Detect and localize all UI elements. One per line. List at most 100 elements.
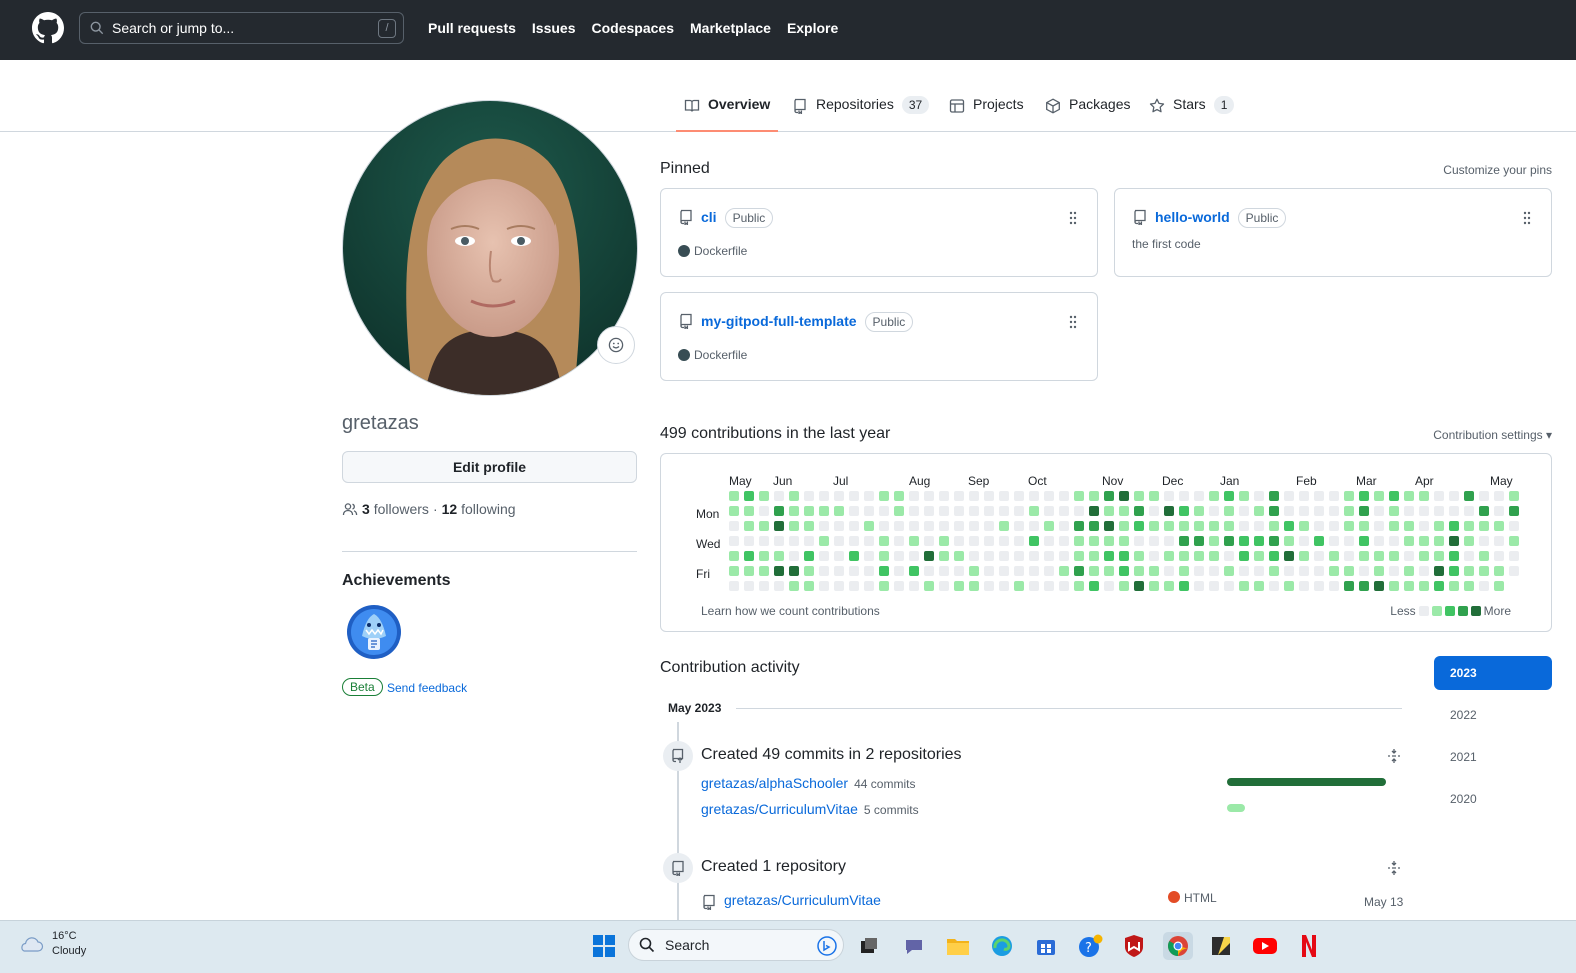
nav-explore[interactable]: Explore xyxy=(787,20,838,36)
contribution-day-cell[interactable] xyxy=(1404,491,1414,501)
contribution-day-cell[interactable] xyxy=(1074,491,1084,501)
contribution-day-cell[interactable] xyxy=(1359,521,1369,531)
contribution-day-cell[interactable] xyxy=(1359,551,1369,561)
drag-handle-icon[interactable] xyxy=(1069,211,1077,225)
contribution-day-cell[interactable] xyxy=(1074,566,1084,576)
contribution-day-cell[interactable] xyxy=(1284,551,1294,561)
contribution-day-cell[interactable] xyxy=(1089,536,1099,546)
contribution-day-cell[interactable] xyxy=(1509,521,1519,531)
pinned-repo-name[interactable]: my-gitpod-full-template xyxy=(701,313,857,329)
contribution-day-cell[interactable] xyxy=(1059,536,1069,546)
contribution-day-cell[interactable] xyxy=(1464,491,1474,501)
following-link[interactable]: 12 following xyxy=(442,501,516,517)
task-view-icon[interactable] xyxy=(855,932,883,960)
contribution-day-cell[interactable] xyxy=(879,551,889,561)
contribution-day-cell[interactable] xyxy=(774,521,784,531)
contribution-day-cell[interactable] xyxy=(1164,551,1174,561)
mcafee-icon[interactable] xyxy=(1120,932,1148,960)
contribution-day-cell[interactable] xyxy=(999,566,1009,576)
contribution-day-cell[interactable] xyxy=(894,581,904,591)
contribution-day-cell[interactable] xyxy=(894,491,904,501)
contribution-day-cell[interactable] xyxy=(879,521,889,531)
contribution-day-cell[interactable] xyxy=(849,536,859,546)
contribution-day-cell[interactable] xyxy=(1299,566,1309,576)
contribution-day-cell[interactable] xyxy=(1119,536,1129,546)
contribution-day-cell[interactable] xyxy=(1314,506,1324,516)
commit-repo-link[interactable]: gretazas/CurriculumVitae xyxy=(701,801,858,817)
contribution-day-cell[interactable] xyxy=(984,551,994,561)
contribution-day-cell[interactable] xyxy=(1494,506,1504,516)
chrome-browser-icon[interactable] xyxy=(1163,932,1193,960)
year-2023[interactable]: 2023 xyxy=(1434,656,1552,690)
contribution-day-cell[interactable] xyxy=(804,581,814,591)
contribution-day-cell[interactable] xyxy=(1194,506,1204,516)
contribution-day-cell[interactable] xyxy=(1164,566,1174,576)
contribution-day-cell[interactable] xyxy=(744,566,754,576)
contribution-day-cell[interactable] xyxy=(849,566,859,576)
contribution-day-cell[interactable] xyxy=(1104,491,1114,501)
contribution-day-cell[interactable] xyxy=(1494,551,1504,561)
contribution-day-cell[interactable] xyxy=(1224,491,1234,501)
contribution-day-cell[interactable] xyxy=(1389,581,1399,591)
contribution-day-cell[interactable] xyxy=(1329,581,1339,591)
contribution-day-cell[interactable] xyxy=(1404,551,1414,561)
contribution-day-cell[interactable] xyxy=(1374,521,1384,531)
contribution-day-cell[interactable] xyxy=(1449,536,1459,546)
contribution-day-cell[interactable] xyxy=(1119,581,1129,591)
contribution-day-cell[interactable] xyxy=(1329,536,1339,546)
contribution-day-cell[interactable] xyxy=(1374,551,1384,561)
contribution-day-cell[interactable] xyxy=(1059,491,1069,501)
avatar[interactable] xyxy=(342,100,638,396)
contribution-day-cell[interactable] xyxy=(1359,581,1369,591)
contribution-day-cell[interactable] xyxy=(939,521,949,531)
contribution-day-cell[interactable] xyxy=(1344,581,1354,591)
contribution-day-cell[interactable] xyxy=(1239,551,1249,561)
contribution-day-cell[interactable] xyxy=(909,581,919,591)
contribution-day-cell[interactable] xyxy=(1194,491,1204,501)
followers-link[interactable]: 3 followers xyxy=(362,501,429,517)
contribution-day-cell[interactable] xyxy=(1194,566,1204,576)
contribution-day-cell[interactable] xyxy=(1269,491,1279,501)
contribution-day-cell[interactable] xyxy=(1464,566,1474,576)
tab-repositories[interactable]: Repositories 37 xyxy=(792,96,930,132)
contribution-day-cell[interactable] xyxy=(1029,551,1039,561)
contribution-day-cell[interactable] xyxy=(969,506,979,516)
drag-handle-icon[interactable] xyxy=(1069,315,1077,329)
contribution-day-cell[interactable] xyxy=(1269,551,1279,561)
contribution-day-cell[interactable] xyxy=(1164,521,1174,531)
contribution-day-cell[interactable] xyxy=(1344,536,1354,546)
contribution-day-cell[interactable] xyxy=(1479,521,1489,531)
contribution-day-cell[interactable] xyxy=(1359,536,1369,546)
contribution-day-cell[interactable] xyxy=(1494,491,1504,501)
contribution-day-cell[interactable] xyxy=(1509,551,1519,561)
contribution-day-cell[interactable] xyxy=(759,551,769,561)
contribution-day-cell[interactable] xyxy=(1419,536,1429,546)
contribution-day-cell[interactable] xyxy=(1149,521,1159,531)
contribution-day-cell[interactable] xyxy=(939,581,949,591)
contribution-day-cell[interactable] xyxy=(849,581,859,591)
contribution-day-cell[interactable] xyxy=(1329,491,1339,501)
contribution-day-cell[interactable] xyxy=(1044,506,1054,516)
contribution-day-cell[interactable] xyxy=(1134,491,1144,501)
nav-codespaces[interactable]: Codespaces xyxy=(592,20,674,36)
contribution-day-cell[interactable] xyxy=(1239,566,1249,576)
contribution-day-cell[interactable] xyxy=(1209,581,1219,591)
get-help-icon[interactable]: ? xyxy=(1076,932,1104,960)
contribution-day-cell[interactable] xyxy=(1104,581,1114,591)
contribution-day-cell[interactable] xyxy=(1179,566,1189,576)
contribution-day-cell[interactable] xyxy=(1374,566,1384,576)
contribution-day-cell[interactable] xyxy=(834,491,844,501)
contribution-day-cell[interactable] xyxy=(969,581,979,591)
contribution-day-cell[interactable] xyxy=(849,551,859,561)
contribution-day-cell[interactable] xyxy=(1224,566,1234,576)
contribution-day-cell[interactable] xyxy=(1419,521,1429,531)
contribution-day-cell[interactable] xyxy=(834,566,844,576)
contribution-day-cell[interactable] xyxy=(1359,506,1369,516)
contribution-day-cell[interactable] xyxy=(1134,551,1144,561)
contribution-day-cell[interactable] xyxy=(909,536,919,546)
contribution-day-cell[interactable] xyxy=(1449,581,1459,591)
contribution-day-cell[interactable] xyxy=(1419,491,1429,501)
nav-marketplace[interactable]: Marketplace xyxy=(690,20,771,36)
contribution-day-cell[interactable] xyxy=(759,491,769,501)
contribution-day-cell[interactable] xyxy=(864,536,874,546)
